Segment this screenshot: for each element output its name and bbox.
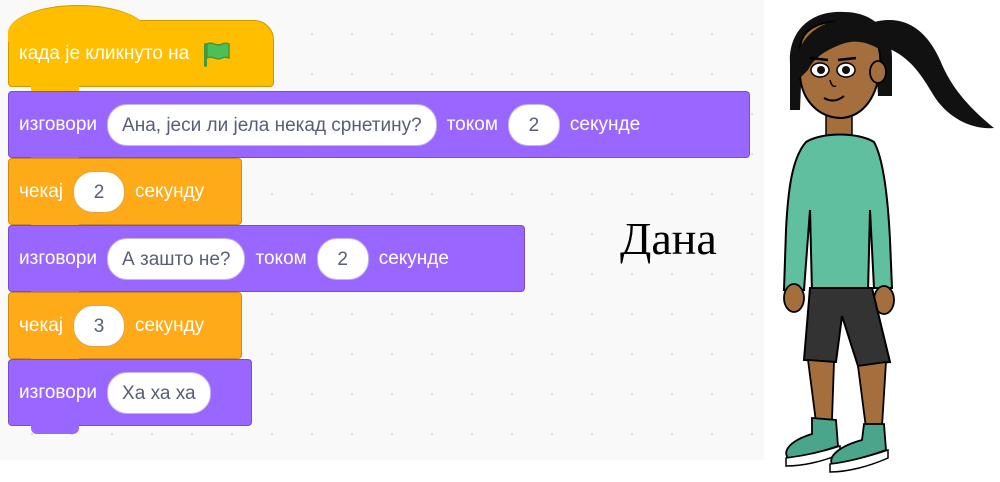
- girl-character: [782, 11, 994, 473]
- hat-block-label: када је кликнуто на: [19, 42, 190, 64]
- say-for-secs-block-2[interactable]: изговори А зашто не? током 2 секунде: [8, 225, 525, 300]
- wait-block-1[interactable]: чекај 2 секунду: [8, 158, 242, 233]
- say-for-secs-block-1[interactable]: изговори Ана, јеси ли јела некад срнетин…: [8, 91, 750, 166]
- message-input[interactable]: А зашто не?: [107, 237, 246, 280]
- unit-label: секунду: [134, 314, 205, 336]
- seconds-input[interactable]: 2: [72, 170, 125, 213]
- seconds-input[interactable]: 3: [72, 304, 125, 347]
- block-connector-tab: [31, 425, 79, 434]
- say-label: изговори: [19, 113, 98, 135]
- message-input[interactable]: Ха ха ха: [107, 371, 211, 414]
- unit-label: секунде: [569, 113, 641, 135]
- unit-label: секунду: [134, 180, 205, 202]
- wait-label: чекај: [19, 314, 63, 336]
- seconds-input[interactable]: 2: [507, 103, 560, 146]
- wait-block-2[interactable]: чекај 3 секунду: [8, 292, 242, 367]
- say-block[interactable]: изговори Ха ха ха: [8, 359, 252, 434]
- green-flag-icon: [204, 41, 230, 67]
- seconds-input[interactable]: 2: [316, 237, 369, 280]
- message-input[interactable]: Ана, јеси ли јела некад срнетину?: [107, 103, 437, 146]
- unit-label: секунде: [378, 247, 449, 269]
- say-label: изговори: [19, 381, 98, 403]
- when-flag-clicked-block[interactable]: када је кликнуто на: [8, 5, 274, 95]
- wait-label: чекај: [19, 180, 63, 202]
- say-label: изговори: [19, 247, 98, 269]
- sprite-name-label: Дана: [620, 213, 717, 264]
- for-label: током: [255, 247, 307, 269]
- for-label: током: [446, 113, 498, 135]
